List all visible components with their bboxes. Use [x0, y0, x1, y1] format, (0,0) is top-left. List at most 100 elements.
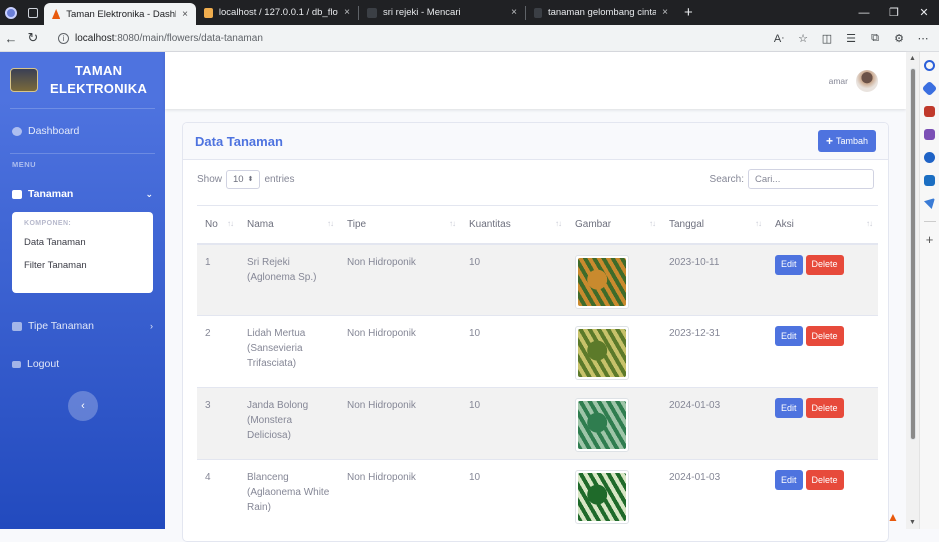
- cell-kuantitas: 10: [461, 387, 567, 460]
- delete-button[interactable]: Delete: [805, 398, 844, 418]
- plant-image-fill: [578, 473, 626, 521]
- tab-actions-icon[interactable]: [22, 0, 44, 25]
- favorites-list-icon[interactable]: ☰: [839, 32, 863, 45]
- cell-gambar: [567, 387, 661, 460]
- close-window-icon[interactable]: ✕: [909, 0, 939, 25]
- profile-icon[interactable]: [0, 0, 22, 25]
- edit-button[interactable]: Edit: [775, 254, 803, 275]
- add-button[interactable]: + Tambah: [817, 130, 876, 152]
- cell-tipe: Non Hidroponik: [339, 243, 461, 316]
- sidebar-item-tipe-tanaman[interactable]: Tipe Tanaman ›: [0, 307, 165, 345]
- minimize-icon[interactable]: —: [849, 0, 879, 25]
- avatar[interactable]: [856, 69, 878, 92]
- brand-logo: [10, 68, 38, 92]
- back-icon[interactable]: ←: [0, 31, 22, 46]
- close-tab-icon[interactable]: ×: [182, 9, 188, 20]
- plant-image-fill: [578, 257, 626, 306]
- submenu-item-filter-tanaman[interactable]: Filter Tanaman: [12, 256, 153, 279]
- select-arrows-icon: ⬍: [247, 176, 254, 183]
- search-area: Search:: [710, 169, 874, 189]
- sort-icon: ↑↓: [227, 219, 234, 228]
- scroll-down-icon[interactable]: ▼: [909, 519, 916, 526]
- sidebar-toggle-button[interactable]: ‹: [68, 391, 98, 421]
- sidebar-submenu-tanaman: KOMPONEN: Data Tanaman Filter Tanaman: [12, 212, 153, 293]
- cell-tanggal: 2024-01-03: [661, 459, 767, 532]
- close-tab-icon[interactable]: ×: [344, 7, 350, 18]
- cell-kuantitas: 10: [461, 459, 567, 532]
- window-controls: — ❐ ✕: [849, 0, 939, 25]
- card-header: Data Tanaman + Tambah: [183, 123, 888, 160]
- extensions-icon[interactable]: ⚙: [887, 32, 911, 45]
- games-icon[interactable]: [924, 129, 935, 140]
- cell-nama: Sri Rejeki (Aglonema Sp.): [239, 243, 339, 316]
- plant-image-fill: [578, 329, 626, 377]
- site-info-icon[interactable]: i: [58, 32, 69, 44]
- table-row: 3 Janda Bolong (Monstera Deliciosa) Non …: [197, 387, 878, 460]
- table-controls: Show 10 ⬍ entries Search:: [183, 160, 888, 198]
- column-header-tanggal[interactable]: Tanggal ↑↓: [661, 205, 767, 245]
- shopping-icon[interactable]: [921, 80, 938, 97]
- user-name[interactable]: amar: [829, 76, 848, 86]
- cell-no: 1: [197, 243, 239, 316]
- cell-nama: Janda Bolong (Monstera Deliciosa): [239, 387, 339, 460]
- restore-icon[interactable]: ❐: [879, 0, 909, 25]
- cell-tipe: Non Hidroponik: [339, 315, 461, 388]
- sidebar-heading-menu: MENU: [12, 160, 37, 169]
- sidebar-item-tanaman[interactable]: Tanaman ⌄: [0, 176, 165, 212]
- column-header-nama[interactable]: Nama ↑↓: [239, 205, 339, 245]
- column-header-kuantitas[interactable]: Kuantitas ↑↓: [461, 205, 567, 245]
- edit-button[interactable]: Edit: [775, 398, 803, 418]
- close-tab-icon[interactable]: ×: [511, 7, 517, 18]
- plant-image: [575, 326, 629, 380]
- new-tab-button[interactable]: +: [676, 4, 701, 21]
- table-row: 1 Sri Rejeki (Aglonema Sp.) Non Hidropon…: [197, 243, 878, 316]
- delete-button[interactable]: Delete: [805, 326, 844, 346]
- page-scrollbar[interactable]: ▲ ▼: [906, 52, 919, 529]
- collections-icon[interactable]: ⧉: [863, 32, 887, 45]
- tools-icon[interactable]: [924, 106, 935, 117]
- entries-select[interactable]: 10 ⬍: [226, 169, 261, 189]
- browser-tab-search-gelombang-cinta[interactable]: tanaman gelombang cinta - Men ×: [526, 0, 676, 25]
- plant-image: [575, 254, 629, 309]
- edit-button[interactable]: Edit: [775, 470, 803, 490]
- search-icon[interactable]: [924, 60, 935, 71]
- sidebar-item-logout[interactable]: Logout: [0, 345, 165, 383]
- read-aloud-icon[interactable]: Aᐧ: [767, 32, 791, 45]
- table-icon: [12, 189, 22, 199]
- cell-no: 4: [197, 459, 239, 532]
- office-icon[interactable]: [924, 152, 935, 163]
- scrollbar-thumb[interactable]: [910, 68, 916, 440]
- drop-icon[interactable]: [924, 198, 935, 209]
- search-input[interactable]: [748, 169, 874, 189]
- scroll-up-icon[interactable]: ▲: [909, 55, 916, 62]
- browser-tab-dashboard[interactable]: Taman Elektronika - Dashboard ×: [44, 3, 196, 25]
- plant-image-fill: [578, 401, 626, 449]
- brand[interactable]: TAMAN ELEKTRONIKA: [0, 52, 165, 108]
- split-screen-icon[interactable]: ◫: [815, 32, 839, 45]
- more-menu-icon[interactable]: ⋯: [911, 32, 935, 45]
- column-header-tipe[interactable]: Tipe ↑↓: [339, 205, 461, 245]
- close-tab-icon[interactable]: ×: [662, 7, 668, 18]
- browser-tab-phpmyadmin[interactable]: localhost / 127.0.0.1 / db_flower ×: [196, 0, 358, 25]
- edit-button[interactable]: Edit: [775, 326, 803, 346]
- submenu-item-data-tanaman[interactable]: Data Tanaman: [12, 233, 153, 256]
- sidebar-item-dashboard[interactable]: Dashboard: [0, 109, 165, 153]
- favorite-star-icon[interactable]: ☆: [791, 32, 815, 45]
- url-field[interactable]: i localhost:8080/main/flowers/data-tanam…: [50, 28, 715, 49]
- chevron-right-icon: ›: [150, 321, 153, 331]
- delete-button[interactable]: Delete: [805, 470, 844, 490]
- cell-tipe: Non Hidroponik: [339, 387, 461, 460]
- sort-icon: ↑↓: [327, 219, 334, 228]
- data-card: Data Tanaman + Tambah Show 10 ⬍ entries …: [182, 122, 889, 542]
- plant-image: [575, 470, 629, 524]
- delete-button[interactable]: Delete: [805, 254, 844, 275]
- refresh-icon[interactable]: ↻: [22, 30, 44, 46]
- browser-tab-search-sri-rejeki[interactable]: sri rejeki - Mencari ×: [359, 0, 525, 25]
- page-title: Data Tanaman: [195, 133, 283, 149]
- column-header-no[interactable]: No ↑↓: [197, 205, 239, 245]
- column-header-aksi[interactable]: Aksi ↑↓: [767, 205, 878, 245]
- outlook-icon[interactable]: [924, 175, 935, 186]
- add-sidebar-app-icon[interactable]: +: [924, 233, 935, 246]
- column-header-gambar[interactable]: Gambar ↑↓: [567, 205, 661, 245]
